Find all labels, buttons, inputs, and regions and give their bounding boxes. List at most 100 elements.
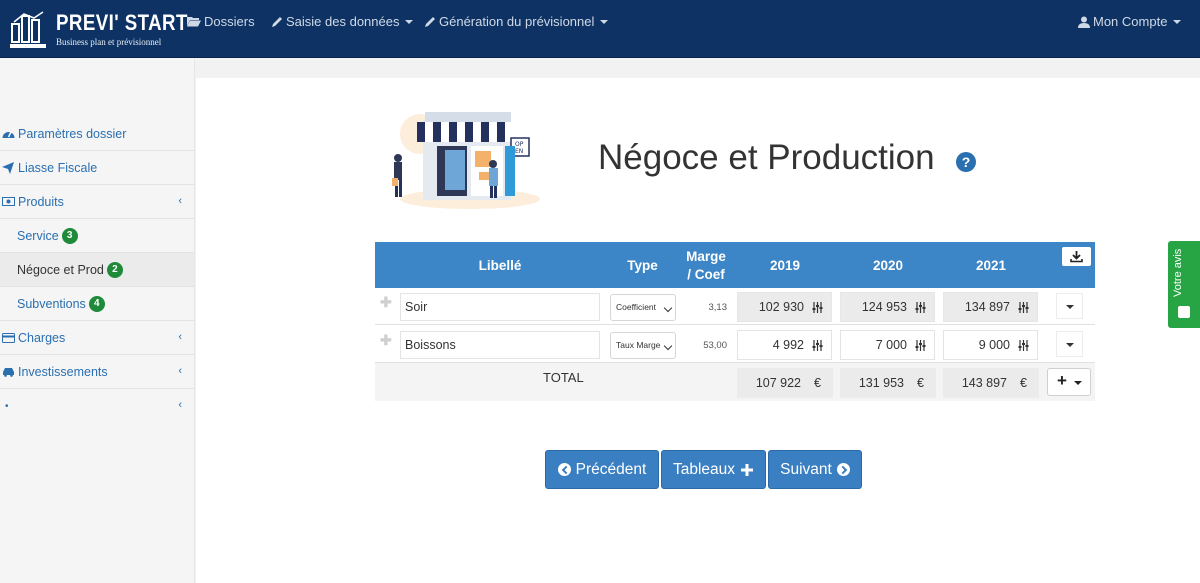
count-badge: 2 xyxy=(106,261,123,278)
total-value: 143 897 xyxy=(961,376,1007,390)
sidebar-item-subventions[interactable]: Subventions 4 xyxy=(0,287,194,321)
sidebar-item-produits[interactable]: Produits ‹ xyxy=(0,185,194,219)
sidebar-item-label: Produits xyxy=(18,194,64,209)
marge-input[interactable]: 53,00 xyxy=(685,332,730,359)
svg-text:EN: EN xyxy=(515,148,523,155)
value-2020[interactable]: 7 000 xyxy=(840,330,935,360)
folder-open-icon xyxy=(187,17,201,27)
feedback-tab[interactable]: Votre avis xyxy=(1168,241,1200,328)
table-row: ✚ Soir Coefficient 3,13 102 930 124 953 … xyxy=(375,288,1095,325)
value-2019[interactable]: 4 992 xyxy=(737,330,832,360)
brand-tagline: Business plan et prévisionnel xyxy=(56,37,162,47)
user-icon xyxy=(1078,16,1090,28)
value-2021[interactable]: 9 000 xyxy=(943,330,1038,360)
currency-symbol: € xyxy=(1020,376,1027,390)
column-header-type: Type xyxy=(627,258,658,273)
tableaux-button[interactable]: Tableaux xyxy=(661,450,766,489)
value-text: 4 992 xyxy=(772,338,804,352)
total-value: 107 922 xyxy=(755,376,801,390)
column-header-2021: 2021 xyxy=(975,258,1007,273)
sidebar-item-label: Négoce et Prod xyxy=(17,262,104,277)
chevron-down-icon xyxy=(1074,381,1082,385)
chevron-left-icon: ‹ xyxy=(178,331,182,343)
value-text: 7 000 xyxy=(875,338,907,352)
sidebar-item-label: Charges xyxy=(18,330,66,345)
nav-saisie-dropdown[interactable]: Saisie des données xyxy=(271,14,414,29)
libelle-input[interactable]: Soir xyxy=(400,293,600,321)
sidebar-item-charges[interactable]: Charges ‹ xyxy=(0,321,194,355)
row-actions-dropdown[interactable] xyxy=(1056,331,1083,357)
brand-logo-icon xyxy=(10,10,48,50)
download-icon xyxy=(1070,251,1083,263)
sidebar-item-investissements[interactable]: Investissements ‹ xyxy=(0,355,194,389)
shop-illustration: OP EN xyxy=(375,106,545,212)
count-badge: 3 xyxy=(61,227,78,244)
smiley-icon xyxy=(1178,306,1190,318)
type-select[interactable]: Taux Marge xyxy=(610,332,676,359)
marge-input[interactable]: 3,13 xyxy=(685,294,730,321)
nav-dossiers-label: Dossiers xyxy=(204,14,255,29)
nav-generation-label: Génération du prévisionnel xyxy=(439,14,595,29)
value-text: 9 000 xyxy=(978,338,1010,352)
row-actions-dropdown[interactable] xyxy=(1056,293,1083,319)
type-select[interactable]: Coefficient xyxy=(610,294,676,321)
suivant-button[interactable]: Suivant xyxy=(768,450,862,489)
table-row: ✚ Boissons Taux Marge 53,00 4 992 7 000 … xyxy=(375,326,1095,363)
sliders-icon[interactable] xyxy=(812,302,823,313)
drag-handle-icon[interactable]: ✚ xyxy=(380,332,392,349)
sidebar-item-service[interactable]: Service 3 xyxy=(0,219,194,253)
sliders-icon[interactable] xyxy=(1018,302,1029,313)
sliders-icon[interactable] xyxy=(1018,340,1029,351)
chevron-circle-left-icon xyxy=(557,463,571,476)
page-title: Négoce et Production xyxy=(598,138,935,177)
value-2019[interactable]: 102 930 xyxy=(737,292,832,322)
currency-symbol: € xyxy=(917,376,924,390)
money-icon xyxy=(2,197,16,206)
nav-account-label: Mon Compte xyxy=(1093,14,1168,29)
add-row-dropdown-button[interactable]: + xyxy=(1047,368,1091,396)
sidebar-item-label: Investissements xyxy=(18,364,108,379)
sidebar-item-liasse[interactable]: Liasse Fiscale xyxy=(0,151,194,185)
sidebar-item-other[interactable]: • ‹ xyxy=(0,389,194,423)
chevron-down-icon xyxy=(1173,19,1182,24)
nav-saisie-label: Saisie des données xyxy=(286,14,400,29)
nav-generation-dropdown[interactable]: Génération du prévisionnel xyxy=(424,14,609,29)
pencil-icon xyxy=(272,16,282,27)
chevron-down-icon xyxy=(600,19,609,24)
value-2020[interactable]: 124 953 xyxy=(840,292,935,322)
sidebar: Paramètres dossier Liasse Fiscale Produi… xyxy=(0,59,195,583)
precedent-button[interactable]: Précédent xyxy=(545,450,659,489)
tableaux-label: Tableaux xyxy=(672,460,736,478)
chevron-down-icon xyxy=(405,19,414,24)
car-icon xyxy=(2,367,16,377)
value-2021[interactable]: 134 897 xyxy=(943,292,1038,322)
total-row: TOTAL 107 922 € 131 953 € 143 897 € + xyxy=(375,363,1095,401)
column-header-2019: 2019 xyxy=(769,258,801,273)
pencil-icon xyxy=(425,16,435,27)
column-header-2020: 2020 xyxy=(872,258,904,273)
sidebar-item-negoce[interactable]: Négoce et Prod 2 xyxy=(0,253,194,287)
nav-dossiers[interactable]: Dossiers xyxy=(187,14,255,29)
value-text: 102 930 xyxy=(758,300,804,314)
table-header: Libellé Type Marge / Coef 2019 2020 2021 xyxy=(375,242,1095,288)
type-select-value: Taux Marge xyxy=(616,340,661,350)
drag-handle-icon[interactable]: ✚ xyxy=(380,294,392,311)
feedback-label: Votre avis xyxy=(1172,248,1184,297)
nav-account-dropdown[interactable]: Mon Compte xyxy=(1078,14,1182,29)
total-2021: 143 897 € xyxy=(943,368,1039,398)
chevron-circle-right-icon xyxy=(836,463,850,476)
total-value: 131 953 xyxy=(858,376,904,390)
sliders-icon[interactable] xyxy=(915,340,926,351)
sidebar-item-label: Subventions xyxy=(17,296,86,311)
sidebar-item-parametres[interactable]: Paramètres dossier xyxy=(0,117,194,151)
download-button[interactable] xyxy=(1062,247,1091,266)
svg-text:OP: OP xyxy=(515,141,524,148)
libelle-input[interactable]: Boissons xyxy=(400,331,600,359)
suivant-label: Suivant xyxy=(780,460,832,478)
top-navbar: PREVI' START Business plan et prévisionn… xyxy=(0,0,1200,58)
sidebar-item-label: Liasse Fiscale xyxy=(18,160,98,175)
help-icon[interactable]: ? xyxy=(956,152,976,172)
sliders-icon[interactable] xyxy=(812,340,823,351)
sliders-icon[interactable] xyxy=(915,302,926,313)
brand[interactable]: PREVI' START Business plan et prévisionn… xyxy=(10,10,211,50)
